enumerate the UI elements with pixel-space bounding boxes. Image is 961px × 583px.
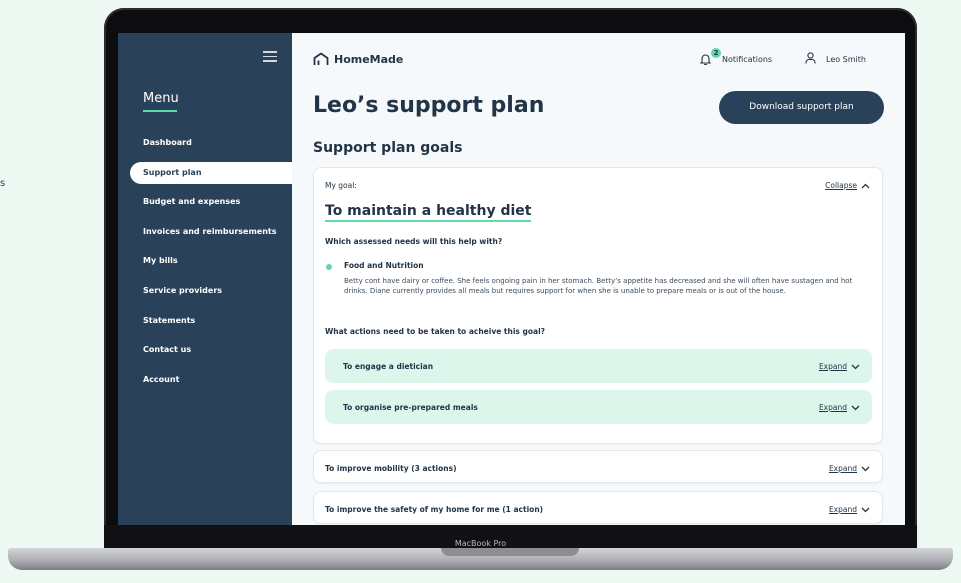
sidebar-item-invoices-and-reimbursements[interactable]: Invoices and reimbursements	[118, 221, 292, 243]
stray-text: s	[0, 178, 6, 189]
sidebar-item-service-providers[interactable]: Service providers	[118, 280, 292, 302]
need-description: Betty cont have dairy or coffee. She fee…	[344, 277, 853, 295]
expand-toggle[interactable]: Expand	[829, 505, 870, 514]
sidebar-nav: Dashboard Support plan Budget and expens…	[118, 132, 292, 398]
expand-label: Expand	[828, 505, 857, 514]
laptop-label: MacBook Pro	[454, 539, 507, 548]
page-title: Leo’s support plan	[313, 93, 545, 118]
chevron-down-icon	[851, 364, 860, 369]
needs-question: Which assessed needs will this help with…	[325, 237, 503, 246]
goal-card-collapsed[interactable]: To improve mobility (3 actions) Expand	[313, 450, 883, 483]
hamburger-menu-icon[interactable]	[263, 51, 277, 65]
menu-title: Menu	[143, 91, 179, 106]
expand-label: Expand	[818, 362, 847, 371]
sidebar-item-dashboard[interactable]: Dashboard	[118, 132, 292, 154]
user-icon[interactable]	[805, 52, 816, 64]
goal-card-collapsed[interactable]: To improve the safety of my home for me …	[313, 491, 883, 524]
expand-toggle[interactable]: Expand	[819, 362, 860, 371]
need-bullet-icon	[326, 264, 332, 270]
chevron-down-icon	[851, 405, 860, 410]
collapse-label: Collapse	[825, 181, 857, 190]
chevron-up-icon	[861, 183, 870, 188]
expand-toggle[interactable]: Expand	[819, 403, 860, 412]
need-title: Food and Nutrition	[344, 261, 424, 270]
expand-label: Expand	[818, 403, 847, 412]
laptop-notch	[441, 548, 579, 556]
goal-card-label: To improve mobility (3 actions)	[325, 464, 457, 473]
sidebar-item-support-plan[interactable]: Support plan	[130, 161, 292, 184]
sidebar-item-account[interactable]: Account	[118, 369, 292, 391]
menu-underline	[143, 110, 177, 112]
sidebar-item-budget-and-expenses[interactable]: Budget and expenses	[118, 191, 292, 213]
download-support-plan-button[interactable]: Download support plan	[719, 91, 884, 124]
expand-label: Expand	[828, 464, 857, 473]
actions-question: What actions need to be taken to acheive…	[325, 327, 545, 336]
app-screen: Menu Dashboard Support plan Budget and e…	[118, 33, 905, 525]
brand-logo[interactable]: HomeMade	[313, 50, 403, 68]
user-name[interactable]: Leo Smith	[826, 55, 866, 64]
goal-card-label: To improve the safety of my home for me …	[325, 505, 544, 514]
goal-title: To maintain a healthy diet	[325, 203, 532, 222]
expand-toggle[interactable]: Expand	[829, 464, 870, 473]
sidebar: Menu Dashboard Support plan Budget and e…	[118, 33, 292, 525]
action-row[interactable]: To organise pre-prepared meals Expand	[325, 390, 872, 424]
chevron-down-icon	[861, 507, 870, 512]
sidebar-item-contact-us[interactable]: Contact us	[118, 339, 292, 361]
sidebar-item-statements[interactable]: Statements	[118, 310, 292, 332]
chevron-down-icon	[861, 466, 870, 471]
bell-icon[interactable]	[700, 53, 711, 65]
action-row[interactable]: To engage a dietician Expand	[325, 349, 872, 383]
house-icon	[313, 52, 329, 65]
sidebar-item-my-bills[interactable]: My bills	[118, 250, 292, 272]
brand-name: HomeMade	[334, 52, 404, 66]
section-title: Support plan goals	[313, 140, 463, 156]
goal-card: My goal: Collapse To maintain a healthy …	[313, 167, 883, 444]
notification-count-badge: 2	[711, 48, 721, 58]
action-label: To organise pre-prepared meals	[343, 403, 478, 412]
goal-label: My goal:	[325, 181, 357, 190]
collapse-toggle[interactable]: Collapse	[825, 181, 870, 190]
action-label: To engage a dietician	[343, 362, 434, 371]
main-content: HomeMade 2 Notifications Leo Smith Leo’s…	[292, 33, 905, 525]
notifications-link[interactable]: Notifications	[722, 55, 772, 64]
